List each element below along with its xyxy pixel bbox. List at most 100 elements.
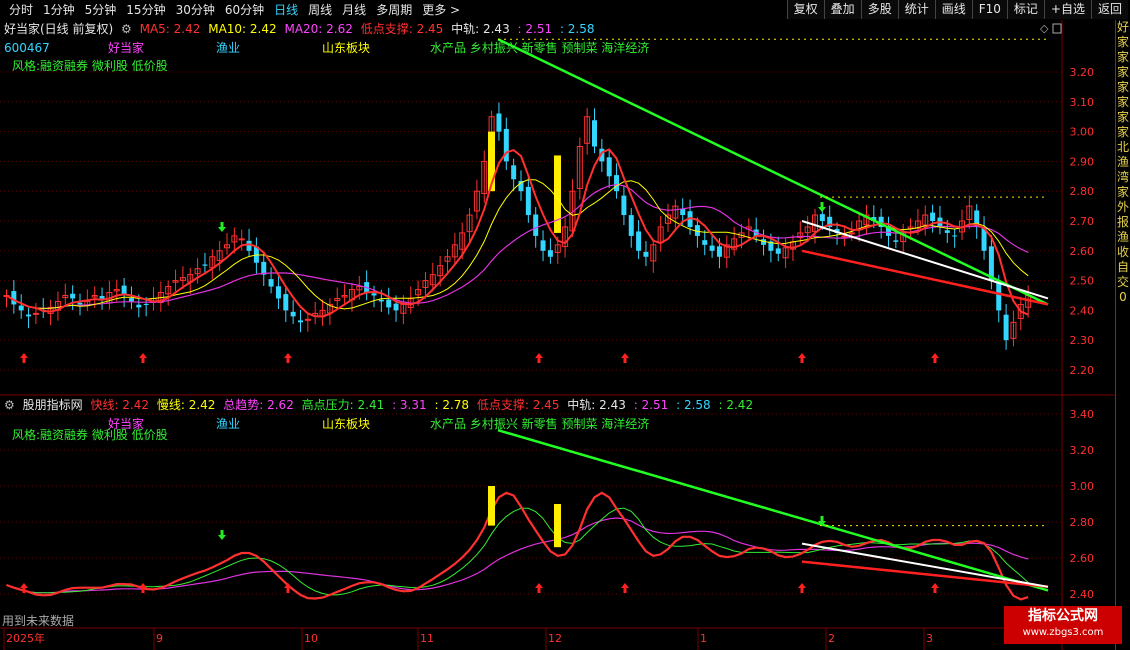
- add-watchlist-button[interactable]: +自选: [1043, 0, 1091, 19]
- chart-canvas[interactable]: 3.20 3.10 3.00 2.90 2.80 2.70 2.60 2.50 2.40 2.30…: [0, 20, 1116, 650]
- candle-body: [680, 208, 686, 216]
- candle-body: [621, 195, 627, 216]
- tab-30min[interactable]: 30分钟: [171, 2, 220, 18]
- tab-timeshare[interactable]: 分时: [4, 2, 38, 18]
- candle-body: [643, 251, 649, 257]
- time-label: 10: [304, 632, 318, 645]
- candle-body: [26, 314, 32, 317]
- candle-body: [533, 214, 539, 236]
- concepts-label: 水产品 乡村振兴 新零售 预制菜 海洋经济: [430, 417, 650, 431]
- candle-body: [70, 293, 76, 299]
- upper-legend: 好当家(日线 前复权) ⚙ MA5: 2.42 MA10: 2.42 MA20:…: [4, 21, 599, 37]
- candle-body: [77, 302, 83, 305]
- strip-char: 外: [1116, 200, 1129, 214]
- tab-5min[interactable]: 5分钟: [80, 2, 122, 18]
- strip-char: 家: [1116, 35, 1129, 49]
- candle-body: [1003, 314, 1009, 341]
- tab-60min[interactable]: 60分钟: [220, 2, 269, 18]
- candle-body: [99, 295, 105, 299]
- candle-body: [540, 240, 546, 251]
- tab-multi-period[interactable]: 多周期: [371, 2, 417, 18]
- candle-body: [298, 320, 303, 323]
- price-tick-label: 2.40: [1070, 304, 1095, 317]
- time-label: 11: [420, 632, 434, 645]
- candle-body: [511, 165, 517, 180]
- diamond-icon[interactable]: ◇: [1040, 22, 1049, 35]
- strip-char: 收: [1116, 245, 1129, 259]
- candle-body: [893, 240, 899, 242]
- candle-body: [143, 303, 149, 305]
- strip-char: 家: [1116, 185, 1129, 199]
- statistics-button[interactable]: 统计: [897, 0, 935, 19]
- time-label: 9: [156, 632, 163, 645]
- candle-body: [304, 318, 311, 321]
- tool-buttons: 复权 叠加 多股 统计 画线 F10 标记 +自选 返回: [786, 0, 1128, 19]
- stock-title[interactable]: 好当家(日线 前复权): [4, 22, 113, 36]
- candle-body: [275, 286, 281, 299]
- price-tick-label: 2.80: [1070, 185, 1095, 198]
- strip-char: 家: [1116, 95, 1129, 109]
- fast-line-value: 快线: 2.42: [90, 398, 150, 412]
- mark-button[interactable]: 标记: [1006, 0, 1044, 19]
- candle-body: [378, 299, 384, 302]
- ma20-value: MA20: 2.62: [284, 22, 353, 36]
- restore-rights-button[interactable]: 复权: [786, 0, 824, 19]
- candle-body: [283, 294, 289, 311]
- candle-body: [393, 303, 399, 311]
- mid-track-value: 中轨: 2.43: [567, 398, 626, 412]
- candle-body: [636, 231, 642, 251]
- strip-char: 渔: [1116, 155, 1129, 169]
- back-button[interactable]: 返回: [1090, 0, 1128, 19]
- overlay-button[interactable]: 叠加: [823, 0, 861, 19]
- low-support-value: 低点支撑: 2.45: [360, 22, 444, 36]
- candle-body: [709, 245, 715, 251]
- candle-body: [202, 264, 208, 266]
- tab-more[interactable]: 更多 >: [417, 2, 465, 18]
- price-tick-label: 2.80: [1070, 516, 1095, 529]
- price-tick-label: 2.30: [1070, 334, 1095, 347]
- f10-button[interactable]: F10: [971, 0, 1007, 19]
- strip-char: 交: [1116, 275, 1129, 289]
- right-side-strip[interactable]: 好家家家家家家家北渔湾家外报渔收自交0: [1115, 20, 1130, 650]
- price-tick-label: 3.00: [1070, 480, 1095, 493]
- candle-body: [841, 235, 848, 238]
- strip-char: 家: [1116, 80, 1129, 94]
- tab-daily[interactable]: 日线: [269, 2, 303, 18]
- draw-line-button[interactable]: 画线: [934, 0, 972, 19]
- concepts-label: 水产品 乡村振兴 新零售 预制菜 海洋经济: [430, 41, 650, 55]
- strip-char: 家: [1116, 50, 1129, 64]
- multi-stock-button[interactable]: 多股: [860, 0, 898, 19]
- time-label: 1: [700, 632, 707, 645]
- tab-weekly[interactable]: 周线: [303, 2, 337, 18]
- candle-body: [716, 246, 722, 257]
- yellow-marker-bar: [488, 486, 495, 526]
- candle-body: [496, 113, 502, 132]
- strip-char: 家: [1116, 125, 1129, 139]
- candle-body: [290, 311, 296, 317]
- tab-15min[interactable]: 15分钟: [121, 2, 170, 18]
- tab-1min[interactable]: 1分钟: [38, 2, 80, 18]
- tab-monthly[interactable]: 月线: [337, 2, 371, 18]
- candle-body: [819, 214, 825, 221]
- price-tick-label: 2.20: [1070, 364, 1095, 377]
- time-label: 3: [926, 632, 933, 645]
- lower-legend: ⚙ 股朋指标网 快线: 2.42 慢线: 2.42 总趋势: 2.62 高点压力…: [4, 397, 757, 413]
- candle-body: [996, 281, 1002, 311]
- future-data-note: 用到未来数据: [2, 614, 75, 628]
- settings-icon[interactable]: ⚙: [4, 398, 15, 412]
- candle-body: [268, 279, 274, 287]
- total-trend-value: 总趋势: 2.62: [223, 398, 294, 412]
- indicator-title[interactable]: 股朋指标网: [23, 398, 83, 412]
- ma10-value: MA10: 2.42: [208, 22, 277, 36]
- candle-body: [592, 120, 597, 147]
- candle-body: [18, 305, 24, 311]
- candle-body: [930, 212, 936, 221]
- mid-track-value: 中轨: 2.43: [451, 22, 510, 36]
- mid-track-value-4: : 2.42: [718, 398, 754, 412]
- high-pressure-value-3: : 2.78: [434, 398, 470, 412]
- settings-icon[interactable]: ⚙: [121, 22, 132, 36]
- candle-body: [848, 232, 855, 235]
- candle-body: [386, 299, 392, 308]
- low-support-value: 低点支撑: 2.45: [476, 398, 560, 412]
- price-tick-label: 2.50: [1070, 275, 1095, 288]
